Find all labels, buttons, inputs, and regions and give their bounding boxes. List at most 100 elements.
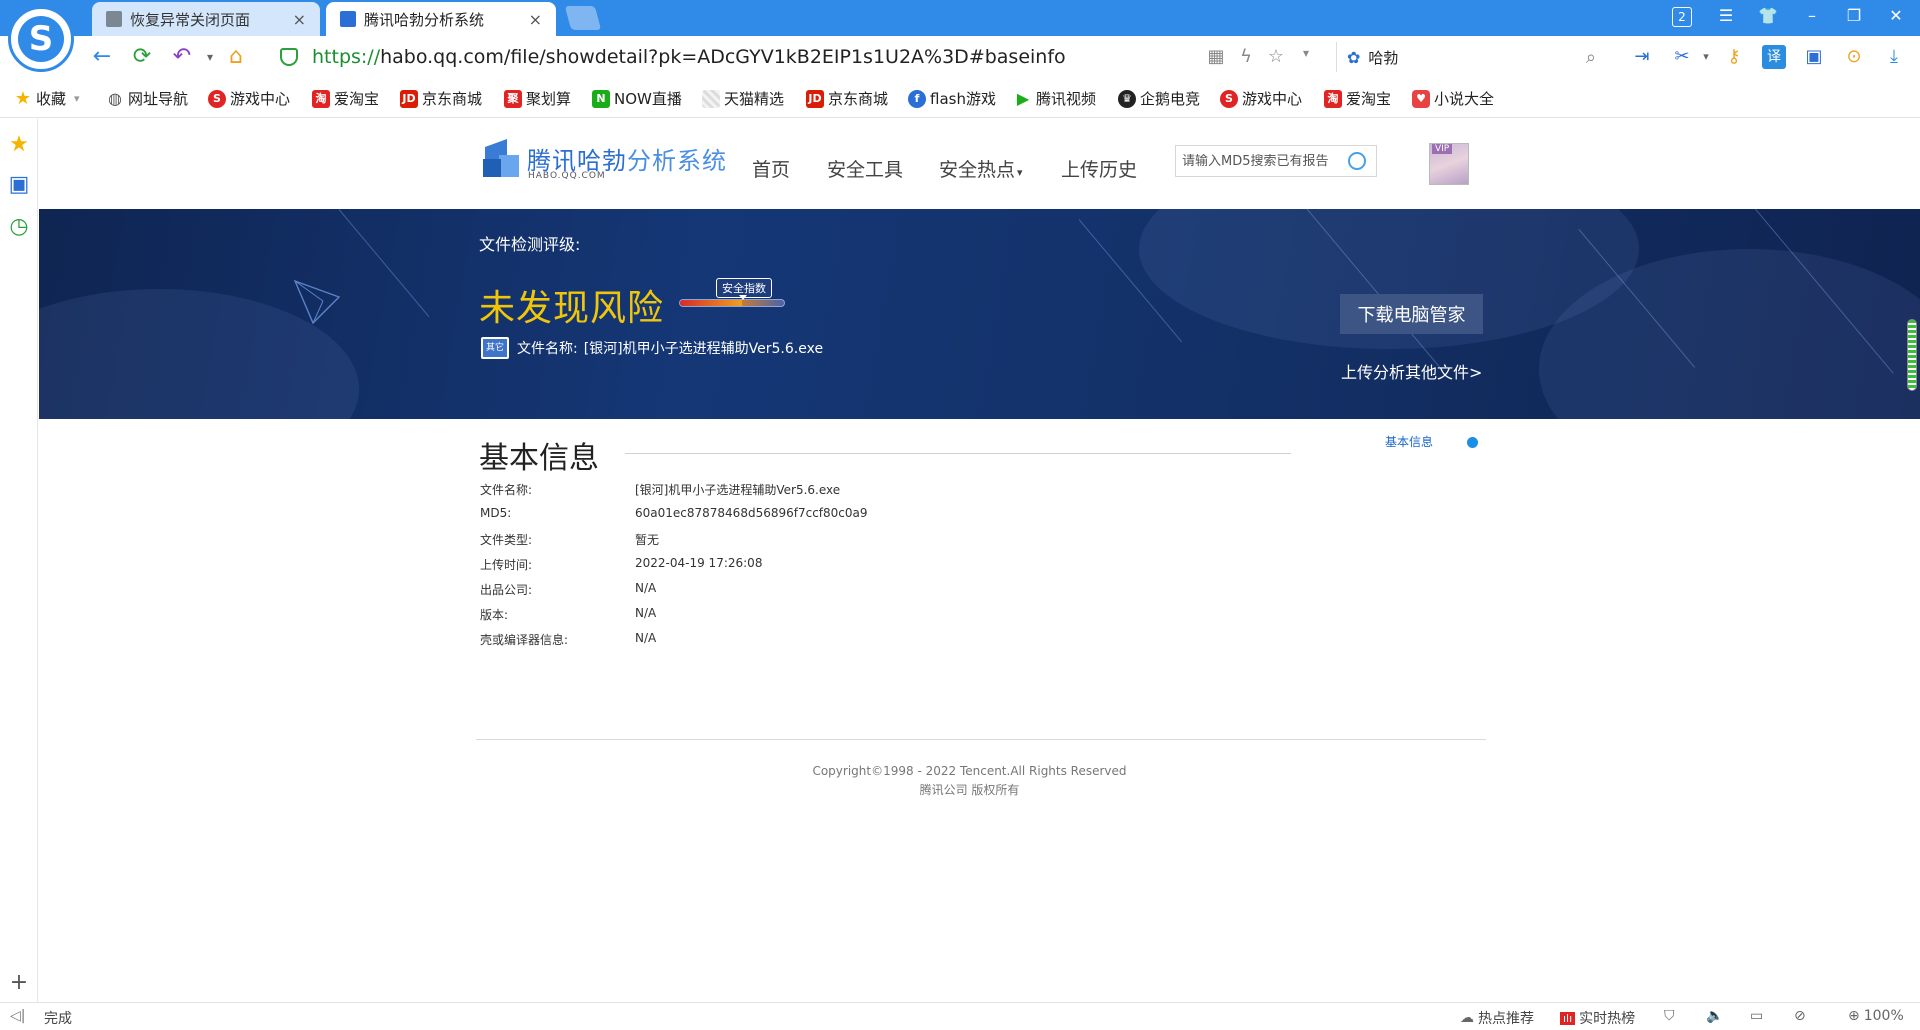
bookmark-flash-games[interactable]: f flash游戏: [908, 88, 996, 109]
scroll-indicator[interactable]: [1907, 319, 1917, 391]
penguin-icon: ♛: [1118, 89, 1136, 108]
brand-subname: 分析系统: [627, 147, 727, 175]
minimize-icon[interactable]: –: [1800, 6, 1824, 25]
undo-close-icon[interactable]: ↶: [168, 44, 196, 70]
scissors-icon[interactable]: ✂: [1670, 45, 1694, 69]
nav-security-tools[interactable]: 安全工具: [827, 155, 903, 182]
bookmark-nav[interactable]: ◍ 网址导航: [106, 88, 188, 109]
habo-favicon-icon: [340, 11, 356, 27]
file-name-label: 文件名称:: [517, 341, 578, 357]
bookmark-favorites[interactable]: ★ 收藏 ▾: [14, 88, 80, 109]
add-icon[interactable]: +: [7, 971, 31, 995]
habo-logo[interactable]: 腾讯哈勃分析系统 HABO.QQ.COM: [481, 138, 727, 181]
tab-count-badge[interactable]: 2: [1672, 7, 1692, 27]
info-row-md5: MD5: 60a01ec87878468d56896f7ccf80c0a9: [480, 506, 868, 520]
chevron-down-icon[interactable]: ▾: [1694, 45, 1718, 69]
chevron-down-icon[interactable]: ▾: [1294, 46, 1318, 60]
favorite-star-icon[interactable]: ☆: [1264, 46, 1288, 67]
network-icon[interactable]: ⊘: [1794, 1008, 1806, 1024]
reader-icon[interactable]: ▣: [1802, 45, 1826, 69]
download-icon[interactable]: ⤓: [1882, 45, 1906, 69]
bookmark-game-center-2[interactable]: S 游戏中心: [1220, 88, 1302, 109]
divider: [625, 453, 1291, 454]
refresh-icon[interactable]: ⟳: [128, 44, 156, 70]
bookmark-novels[interactable]: ♥ 小说大全: [1412, 88, 1494, 109]
new-tab-button[interactable]: [564, 6, 602, 30]
bookmark-now-live[interactable]: N NOW直播: [592, 88, 682, 109]
menu-icon[interactable]: ☰: [1714, 6, 1738, 25]
history-clock-icon[interactable]: ◷: [7, 215, 31, 239]
translate-icon[interactable]: 译: [1762, 45, 1786, 69]
restore-icon[interactable]: ❐: [1842, 6, 1866, 25]
zoom-control[interactable]: ⊕ 100%: [1848, 1008, 1904, 1024]
close-icon[interactable]: ×: [293, 10, 306, 29]
tab-habo[interactable]: 腾讯哈勃分析系统 ×: [326, 2, 556, 36]
favorites-star-icon[interactable]: ★: [7, 133, 31, 157]
skin-icon[interactable]: 👕: [1756, 6, 1780, 25]
realtime-hot-list[interactable]: ılı 实时热榜: [1560, 1008, 1635, 1028]
risk-result: 未发现风险: [479, 288, 665, 329]
bookmark-aitaobao-2[interactable]: 淘爱淘宝: [1324, 88, 1391, 109]
sogou-browser-logo[interactable]: S: [8, 6, 74, 72]
hot-icon: ☁: [1460, 1010, 1474, 1026]
novel-icon: ♥: [1412, 89, 1430, 108]
flash-icon: f: [908, 89, 926, 108]
home-icon[interactable]: ⌂: [222, 44, 250, 70]
bookmark-penguin-esports[interactable]: ♛ 企鹅电竞: [1118, 88, 1200, 109]
url-text[interactable]: https://habo.qq.com/file/showdetail?pk=A…: [312, 46, 1066, 68]
reading-icon[interactable]: ▣: [7, 173, 31, 197]
tab-restore[interactable]: 恢复异常关闭页面 ×: [92, 2, 320, 36]
detection-banner: 文件检测评级: 未发现风险 安全指数 其它 文件名称: [银河]机甲小子选进程辅…: [39, 209, 1920, 419]
bookmark-jd-2[interactable]: JD 京东商城: [806, 88, 888, 109]
safety-index-bar: [679, 299, 785, 307]
qr-code-icon[interactable]: ▦: [1204, 46, 1228, 67]
nav-security-hotspots[interactable]: 安全热点 ▾: [939, 155, 1023, 182]
anchor-dot-icon[interactable]: [1467, 437, 1478, 448]
bookmark-game-center[interactable]: S 游戏中心: [208, 88, 290, 109]
chart-icon: ılı: [1560, 1011, 1576, 1025]
bookmark-aitaobao[interactable]: 淘爱淘宝: [312, 88, 379, 109]
address-bar[interactable]: https://habo.qq.com/file/showdetail?pk=A…: [270, 42, 1325, 72]
jd-icon: JD: [806, 89, 824, 108]
md5-search-input[interactable]: [1182, 153, 1342, 169]
speaker-icon[interactable]: 🔈: [1706, 1008, 1723, 1024]
search-query[interactable]: 哈勃: [1368, 47, 1586, 68]
bookmarks-bar: ★ 收藏 ▾ ◍ 网址导航 S 游戏中心 淘爱淘宝 JD 京东商城 聚聚划算 N NOW直播…: [0, 78, 1920, 118]
rating-label: 文件检测评级:: [479, 235, 581, 254]
left-sidebar: ★ ▣ ◷ +: [0, 119, 38, 1002]
status-bar: ◁| 完成 ☁ 热点推荐 ılı 实时热榜 ⛉ 🔈 ▭ ⊘ ⊕ 100%: [0, 1002, 1920, 1030]
user-avatar[interactable]: VIP: [1429, 143, 1469, 185]
search-icon[interactable]: [1348, 152, 1366, 170]
login-icon[interactable]: ⇥: [1630, 45, 1654, 69]
bookmark-tmall[interactable]: 天猫精选: [702, 88, 784, 109]
chevron-down-icon[interactable]: ▾: [196, 44, 224, 70]
bookmark-jd[interactable]: JD 京东商城: [400, 88, 482, 109]
lightning-icon[interactable]: ϟ: [1234, 46, 1258, 67]
taobao-icon: 淘: [312, 89, 330, 108]
site-header: 腾讯哈勃分析系统 HABO.QQ.COM 首页 安全工具 安全热点 ▾ 上传历史 …: [39, 119, 1920, 209]
web-page: 腾讯哈勃分析系统 HABO.QQ.COM 首页 安全工具 安全热点 ▾ 上传历史 …: [39, 119, 1920, 1002]
upload-other-file-link[interactable]: 上传分析其他文件>: [1341, 359, 1482, 383]
status-text: 完成: [44, 1011, 72, 1027]
search-box[interactable]: ✿ 哈勃 ⌕: [1336, 42, 1596, 72]
anchor-basic-info-link[interactable]: 基本信息: [1385, 433, 1433, 450]
nav-home[interactable]: 首页: [752, 155, 790, 182]
security-shield-icon[interactable]: ⛉: [1664, 1008, 1675, 1024]
nav-upload-history[interactable]: 上传历史: [1061, 155, 1137, 182]
sidebar-toggle-icon[interactable]: ◁|: [10, 1008, 25, 1024]
window-icon[interactable]: ▭: [1750, 1008, 1763, 1024]
hot-recommend[interactable]: ☁ 热点推荐: [1460, 1008, 1534, 1028]
bookmark-juhuasuan[interactable]: 聚聚划算: [504, 88, 571, 109]
search-icon[interactable]: ⌕: [1586, 47, 1596, 68]
juhuasuan-icon: 聚: [504, 89, 522, 108]
back-icon[interactable]: ←: [88, 44, 116, 70]
info-row-filetype: 文件类型: 暂无: [480, 533, 660, 547]
md5-search-box: [1175, 145, 1377, 177]
bookmark-tencent-video[interactable]: ▶ 腾讯视频: [1014, 88, 1096, 109]
close-icon[interactable]: ×: [529, 10, 542, 29]
key-icon[interactable]: ⚷: [1722, 45, 1746, 69]
download-pc-manager-button[interactable]: 下载电脑管家: [1340, 294, 1483, 334]
more-icon[interactable]: ⊙: [1842, 45, 1866, 69]
info-row-filename: 文件名称: [银河]机甲小子选进程辅助Ver5.6.exe: [480, 483, 841, 497]
window-close-icon[interactable]: ✕: [1884, 6, 1908, 25]
